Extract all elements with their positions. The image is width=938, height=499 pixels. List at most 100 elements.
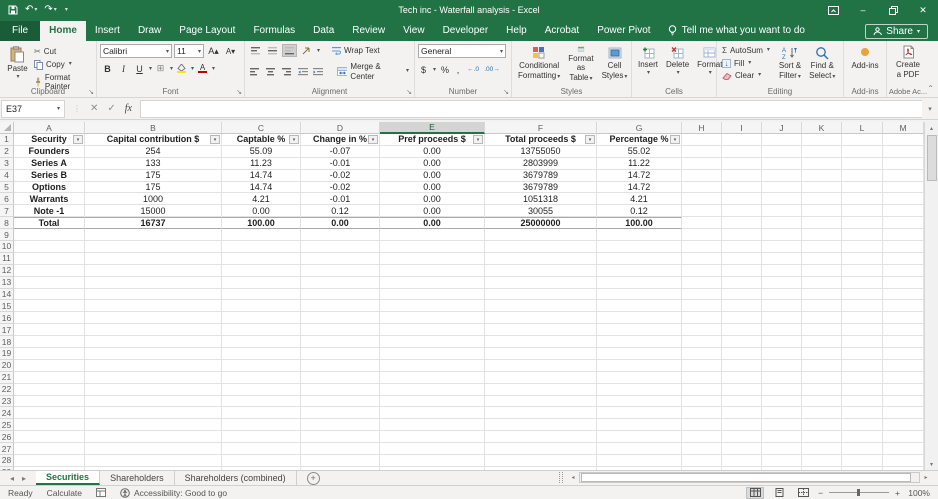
wrap-text-button[interactable]: Wrap Text <box>330 45 382 57</box>
cell-B18[interactable] <box>85 336 222 349</box>
cell-E13[interactable] <box>380 276 485 289</box>
currency-dropdown[interactable]: ▾ <box>433 66 436 73</box>
cell-E16[interactable] <box>380 312 485 325</box>
number-format-select[interactable]: General ▾ <box>418 44 506 58</box>
sheet-nav-right-icon[interactable]: ▸ <box>22 474 26 483</box>
cell-J7[interactable] <box>762 205 802 218</box>
cell-I27[interactable] <box>722 443 762 456</box>
cell-F19[interactable] <box>485 348 597 360</box>
cell-I12[interactable] <box>722 264 762 277</box>
cell-C27[interactable] <box>222 443 301 456</box>
cell-M17[interactable] <box>883 324 924 337</box>
cell-G25[interactable] <box>597 419 682 432</box>
cell-H22[interactable] <box>682 383 722 396</box>
cell-C21[interactable] <box>222 371 301 384</box>
cell-J17[interactable] <box>762 324 802 337</box>
cell-C16[interactable] <box>222 312 301 325</box>
cell-F11[interactable] <box>485 252 597 265</box>
cell-A25[interactable] <box>14 419 85 432</box>
column-header-l[interactable]: L <box>842 122 883 134</box>
cell-H10[interactable] <box>682 241 722 253</box>
cell-K4[interactable] <box>802 169 842 182</box>
cell-E14[interactable] <box>380 288 485 301</box>
sheet-tab-shareholders-combined-[interactable]: Shareholders (combined) <box>175 471 297 485</box>
scroll-right-icon[interactable]: ▸ <box>920 474 932 481</box>
cell-B6[interactable]: 1000 <box>85 193 222 206</box>
row-header-2[interactable]: 2 <box>0 145 14 158</box>
cell-F17[interactable] <box>485 324 597 337</box>
fill-color-dropdown[interactable]: ▾ <box>191 65 194 72</box>
cell-G6[interactable]: 4.21 <box>597 193 682 206</box>
filter-dropdown-icon[interactable]: ▾ <box>368 135 378 144</box>
cell-J20[interactable] <box>762 359 802 372</box>
share-button[interactable]: Share ▾ <box>865 24 928 39</box>
row-header-5[interactable]: 5 <box>0 181 14 194</box>
cell-I8[interactable] <box>722 217 762 230</box>
ribbon-tab-data[interactable]: Data <box>304 21 343 41</box>
cell-K18[interactable] <box>802 336 842 349</box>
autosum-button[interactable]: Σ AutoSum ▾ <box>720 45 772 57</box>
ribbon-tab-acrobat[interactable]: Acrobat <box>536 21 588 41</box>
cell-L9[interactable] <box>842 229 883 242</box>
row-header-3[interactable]: 3 <box>0 157 14 170</box>
sheet-tab-shareholders[interactable]: Shareholders <box>100 471 175 485</box>
cell-C19[interactable] <box>222 348 301 360</box>
row-header-21[interactable]: 21 <box>0 371 14 384</box>
cell-J24[interactable] <box>762 407 802 420</box>
row-header-28[interactable]: 28 <box>0 455 14 467</box>
cell-A14[interactable] <box>14 288 85 301</box>
new-sheet-button[interactable]: + <box>306 472 320 485</box>
cell-G22[interactable] <box>597 383 682 396</box>
cell-I1[interactable] <box>722 134 762 146</box>
cell-G4[interactable]: 14.72 <box>597 169 682 182</box>
cell-L22[interactable] <box>842 383 883 396</box>
cell-H11[interactable] <box>682 252 722 265</box>
cell-K17[interactable] <box>802 324 842 337</box>
cell-K16[interactable] <box>802 312 842 325</box>
cell-L12[interactable] <box>842 264 883 277</box>
cell-K5[interactable] <box>802 181 842 194</box>
alignment-dialog-launcher[interactable]: ↘ <box>406 88 412 96</box>
conditional-formatting-button[interactable]: Conditional Formatting▾ <box>515 44 563 85</box>
cell-I26[interactable] <box>722 431 762 444</box>
cell-H20[interactable] <box>682 359 722 372</box>
macro-record-icon[interactable] <box>96 488 107 497</box>
cell-H17[interactable] <box>682 324 722 337</box>
cell-K28[interactable] <box>802 455 842 467</box>
cell-I9[interactable] <box>722 229 762 242</box>
cell-H8[interactable] <box>682 217 722 230</box>
cell-M2[interactable] <box>883 145 924 158</box>
cell-F6[interactable]: 1051318 <box>485 193 597 206</box>
copy-button[interactable]: Copy ▾ <box>32 59 93 71</box>
cell-B22[interactable] <box>85 383 222 396</box>
cell-J16[interactable] <box>762 312 802 325</box>
cell-G3[interactable]: 11.22 <box>597 157 682 170</box>
zoom-slider-thumb[interactable] <box>857 489 861 496</box>
tab-scrollbar-splitter[interactable] <box>559 472 563 483</box>
cell-G8[interactable]: 100.00 <box>597 217 682 230</box>
cell-G20[interactable] <box>597 359 682 372</box>
font-color-dropdown[interactable]: ▾ <box>212 65 215 72</box>
fill-button[interactable]: ↓ Fill ▾ <box>720 58 772 70</box>
currency-format-icon[interactable]: $ <box>418 63 429 76</box>
cell-B28[interactable] <box>85 455 222 467</box>
number-dialog-launcher[interactable]: ↘ <box>503 88 509 96</box>
cell-I22[interactable] <box>722 383 762 396</box>
font-name-select[interactable]: Calibri ▾ <box>100 44 172 58</box>
cell-E11[interactable] <box>380 252 485 265</box>
cell-A17[interactable] <box>14 324 85 337</box>
cell-B2[interactable]: 254 <box>85 145 222 158</box>
cell-D10[interactable] <box>301 241 380 253</box>
enter-icon[interactable]: ✓ <box>107 103 115 114</box>
filter-dropdown-icon[interactable]: ▾ <box>210 135 220 144</box>
row-header-13[interactable]: 13 <box>0 276 14 289</box>
cell-M7[interactable] <box>883 205 924 218</box>
cell-B16[interactable] <box>85 312 222 325</box>
cell-L18[interactable] <box>842 336 883 349</box>
cell-M23[interactable] <box>883 395 924 408</box>
cell-K23[interactable] <box>802 395 842 408</box>
cell-G28[interactable] <box>597 455 682 467</box>
cell-J27[interactable] <box>762 443 802 456</box>
cell-I25[interactable] <box>722 419 762 432</box>
cell-I18[interactable] <box>722 336 762 349</box>
